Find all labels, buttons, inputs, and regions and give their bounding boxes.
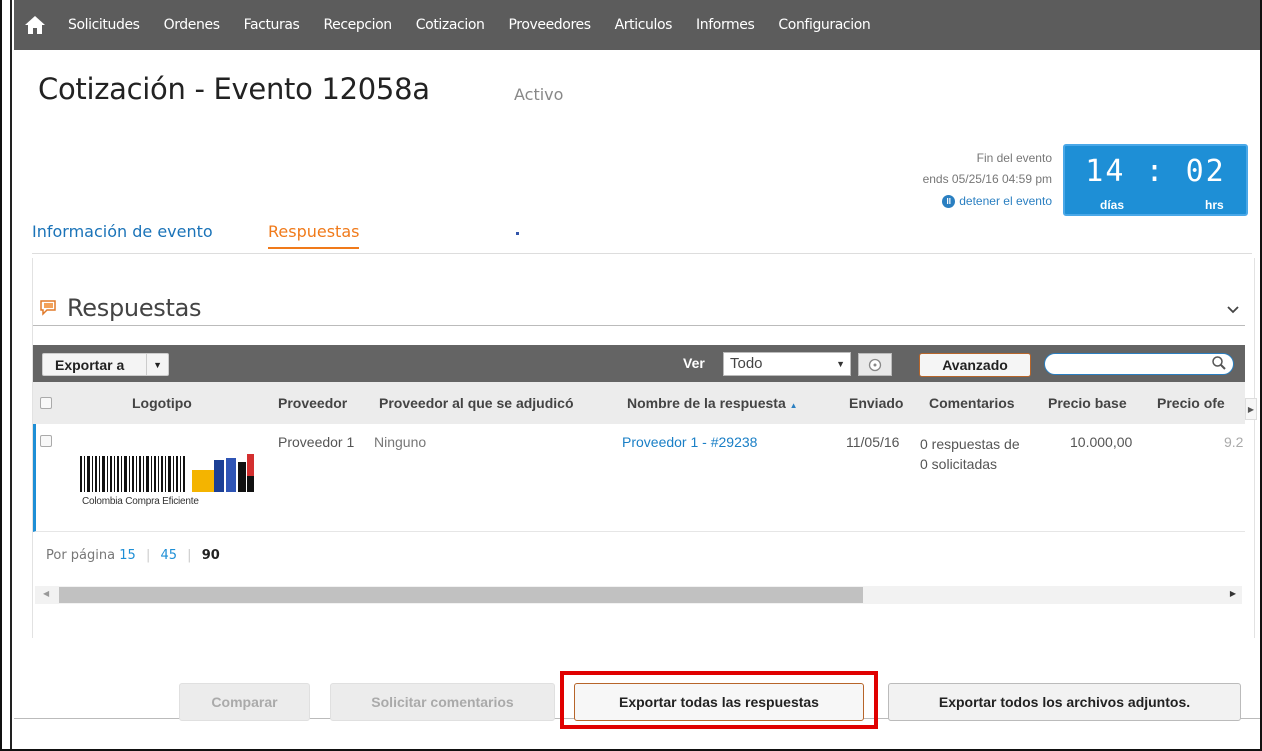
view-select[interactable]: Todo ▼ — [723, 352, 851, 376]
event-end-date: ends 05/25/16 04:59 pm — [922, 172, 1052, 186]
view-select-value: Todo — [730, 355, 763, 372]
table-toolbar: Exportar a ▼ Ver Todo ▼ Avanzado — [33, 345, 1245, 382]
chat-icon — [39, 299, 59, 317]
event-end-label: Fin del evento — [976, 151, 1052, 165]
logo-caption: Colombia Compra Eficiente — [82, 496, 199, 507]
horizontal-scrollbar[interactable]: ◀ ▶ — [35, 586, 1242, 604]
timer-hours-label: hrs — [1205, 198, 1224, 212]
export-label: Exportar a — [55, 356, 125, 373]
cell-proveedor: Proveedor 1 — [278, 434, 355, 450]
responses-panel: Respuestas Exportar a ▼ Ver Todo ▼ Avanz… — [32, 258, 1257, 638]
col-nombre-respuesta-label: Nombre de la respuesta — [627, 395, 786, 411]
sort-asc-icon: ▲ — [789, 401, 798, 410]
cell-comentarios: 0 respuestas de 0 solicitadas — [920, 436, 1020, 472]
event-end-info: Fin del evento ends 05/25/16 04:59 pm II… — [923, 148, 1052, 212]
tab-responses[interactable]: Respuestas — [268, 222, 360, 249]
table-header: Logotipo Proveedor Proveedor al que se a… — [33, 382, 1245, 424]
pagination: Por página 15 | 45 | 90 — [46, 548, 220, 563]
section-header: Respuestas — [39, 294, 202, 322]
export-dropdown-button[interactable]: Exportar a ▼ — [42, 353, 169, 376]
col-proveedor[interactable]: Proveedor — [278, 395, 347, 411]
home-icon[interactable] — [14, 0, 56, 50]
countdown-timer: 14 : 02 días hrs — [1063, 144, 1248, 216]
export-all-responses-button[interactable]: Exportar todas las respuestas — [574, 683, 864, 721]
barcode-logo-icon — [80, 454, 254, 492]
table-row[interactable]: Colombia Compra Eficiente Proveedor 1 Ni… — [33, 424, 1245, 532]
per-page-90[interactable]: 90 — [202, 548, 220, 563]
cell-precio-oferta: 9.2 — [1224, 434, 1244, 450]
caret-down-icon: ▼ — [146, 354, 168, 375]
row-checkbox[interactable] — [40, 435, 52, 447]
advanced-button[interactable]: Avanzado — [919, 353, 1031, 377]
view-label: Ver — [683, 355, 705, 371]
pagination-separator: | — [187, 548, 192, 563]
timer-separator: : — [1145, 154, 1166, 189]
stop-event-label: detener el evento — [959, 194, 1052, 208]
pause-icon: II — [942, 195, 956, 208]
cell-adjudicado: Ninguno — [374, 434, 427, 450]
compare-button[interactable]: Comparar — [179, 683, 310, 721]
nav-informes[interactable]: Informes — [684, 17, 766, 33]
clock-icon — [868, 358, 882, 371]
nav-ordenes[interactable]: Ordenes — [152, 17, 232, 33]
cell-enviado: 11/05/16 — [846, 434, 900, 450]
tab-bar: Información de evento Respuestas — [32, 222, 1252, 254]
scrollbar-thumb[interactable] — [59, 587, 863, 603]
col-nombre-respuesta[interactable]: Nombre de la respuesta ▲ — [627, 395, 798, 411]
nav-recepcion[interactable]: Recepcion — [311, 17, 403, 33]
nav-solicitudes[interactable]: Solicitudes — [56, 17, 152, 33]
col-logotipo[interactable]: Logotipo — [132, 395, 192, 411]
section-divider — [33, 325, 1245, 326]
col-precio-oferta[interactable]: Precio ofe — [1157, 395, 1225, 411]
top-nav: Solicitudes Ordenes Facturas Recepcion C… — [14, 0, 1260, 50]
per-page-label: Por página — [46, 548, 116, 563]
search-input[interactable] — [1044, 353, 1234, 375]
nav-cotizacion[interactable]: Cotizacion — [404, 17, 497, 33]
tab-event-info[interactable]: Información de evento — [32, 222, 213, 241]
export-attachments-button[interactable]: Exportar todos los archivos adjuntos. — [888, 683, 1241, 721]
col-comentarios[interactable]: Comentarios — [929, 395, 1015, 411]
request-comments-button[interactable]: Solicitar comentarios — [330, 683, 555, 721]
select-all-checkbox[interactable] — [40, 397, 52, 409]
col-enviado[interactable]: Enviado — [849, 395, 903, 411]
nav-proveedores[interactable]: Proveedores — [496, 17, 602, 33]
per-page-45[interactable]: 45 — [160, 548, 177, 563]
status-badge: Activo — [514, 85, 564, 104]
response-link[interactable]: Proveedor 1 - #29238 — [622, 434, 757, 450]
timer-digits: 14 : 02 — [1065, 154, 1246, 189]
select-arrow-icon: ▼ — [836, 359, 845, 369]
col-precio-base[interactable]: Precio base — [1048, 395, 1127, 411]
timer-days-label: días — [1100, 198, 1125, 212]
nav-configuracion[interactable]: Configuracion — [766, 17, 882, 33]
scroll-left-icon[interactable]: ◀ — [43, 589, 49, 598]
section-title: Respuestas — [67, 294, 202, 322]
col-adjudicado[interactable]: Proveedor al que se adjudicó — [379, 395, 574, 411]
nav-articulos[interactable]: Articulos — [603, 17, 684, 33]
stop-event-link[interactable]: II detener el evento — [942, 191, 1052, 212]
scroll-right-icon[interactable]: ▶ — [1230, 589, 1236, 598]
nav-facturas[interactable]: Facturas — [232, 17, 312, 33]
page-title: Cotización - Evento 12058a — [38, 72, 430, 106]
scroll-right-arrow[interactable]: ▶ — [1245, 398, 1257, 420]
pagination-separator: | — [145, 548, 151, 563]
timer-hours: 02 — [1185, 154, 1226, 189]
chevron-down-icon[interactable] — [1226, 302, 1240, 316]
search-icon[interactable] — [1211, 355, 1227, 371]
cell-precio-base: 10.000,00 — [1070, 434, 1133, 450]
per-page-15[interactable]: 15 — [119, 548, 136, 563]
tab-dot — [516, 232, 519, 235]
timer-days: 14 — [1085, 154, 1126, 189]
clock-button[interactable] — [858, 353, 892, 376]
